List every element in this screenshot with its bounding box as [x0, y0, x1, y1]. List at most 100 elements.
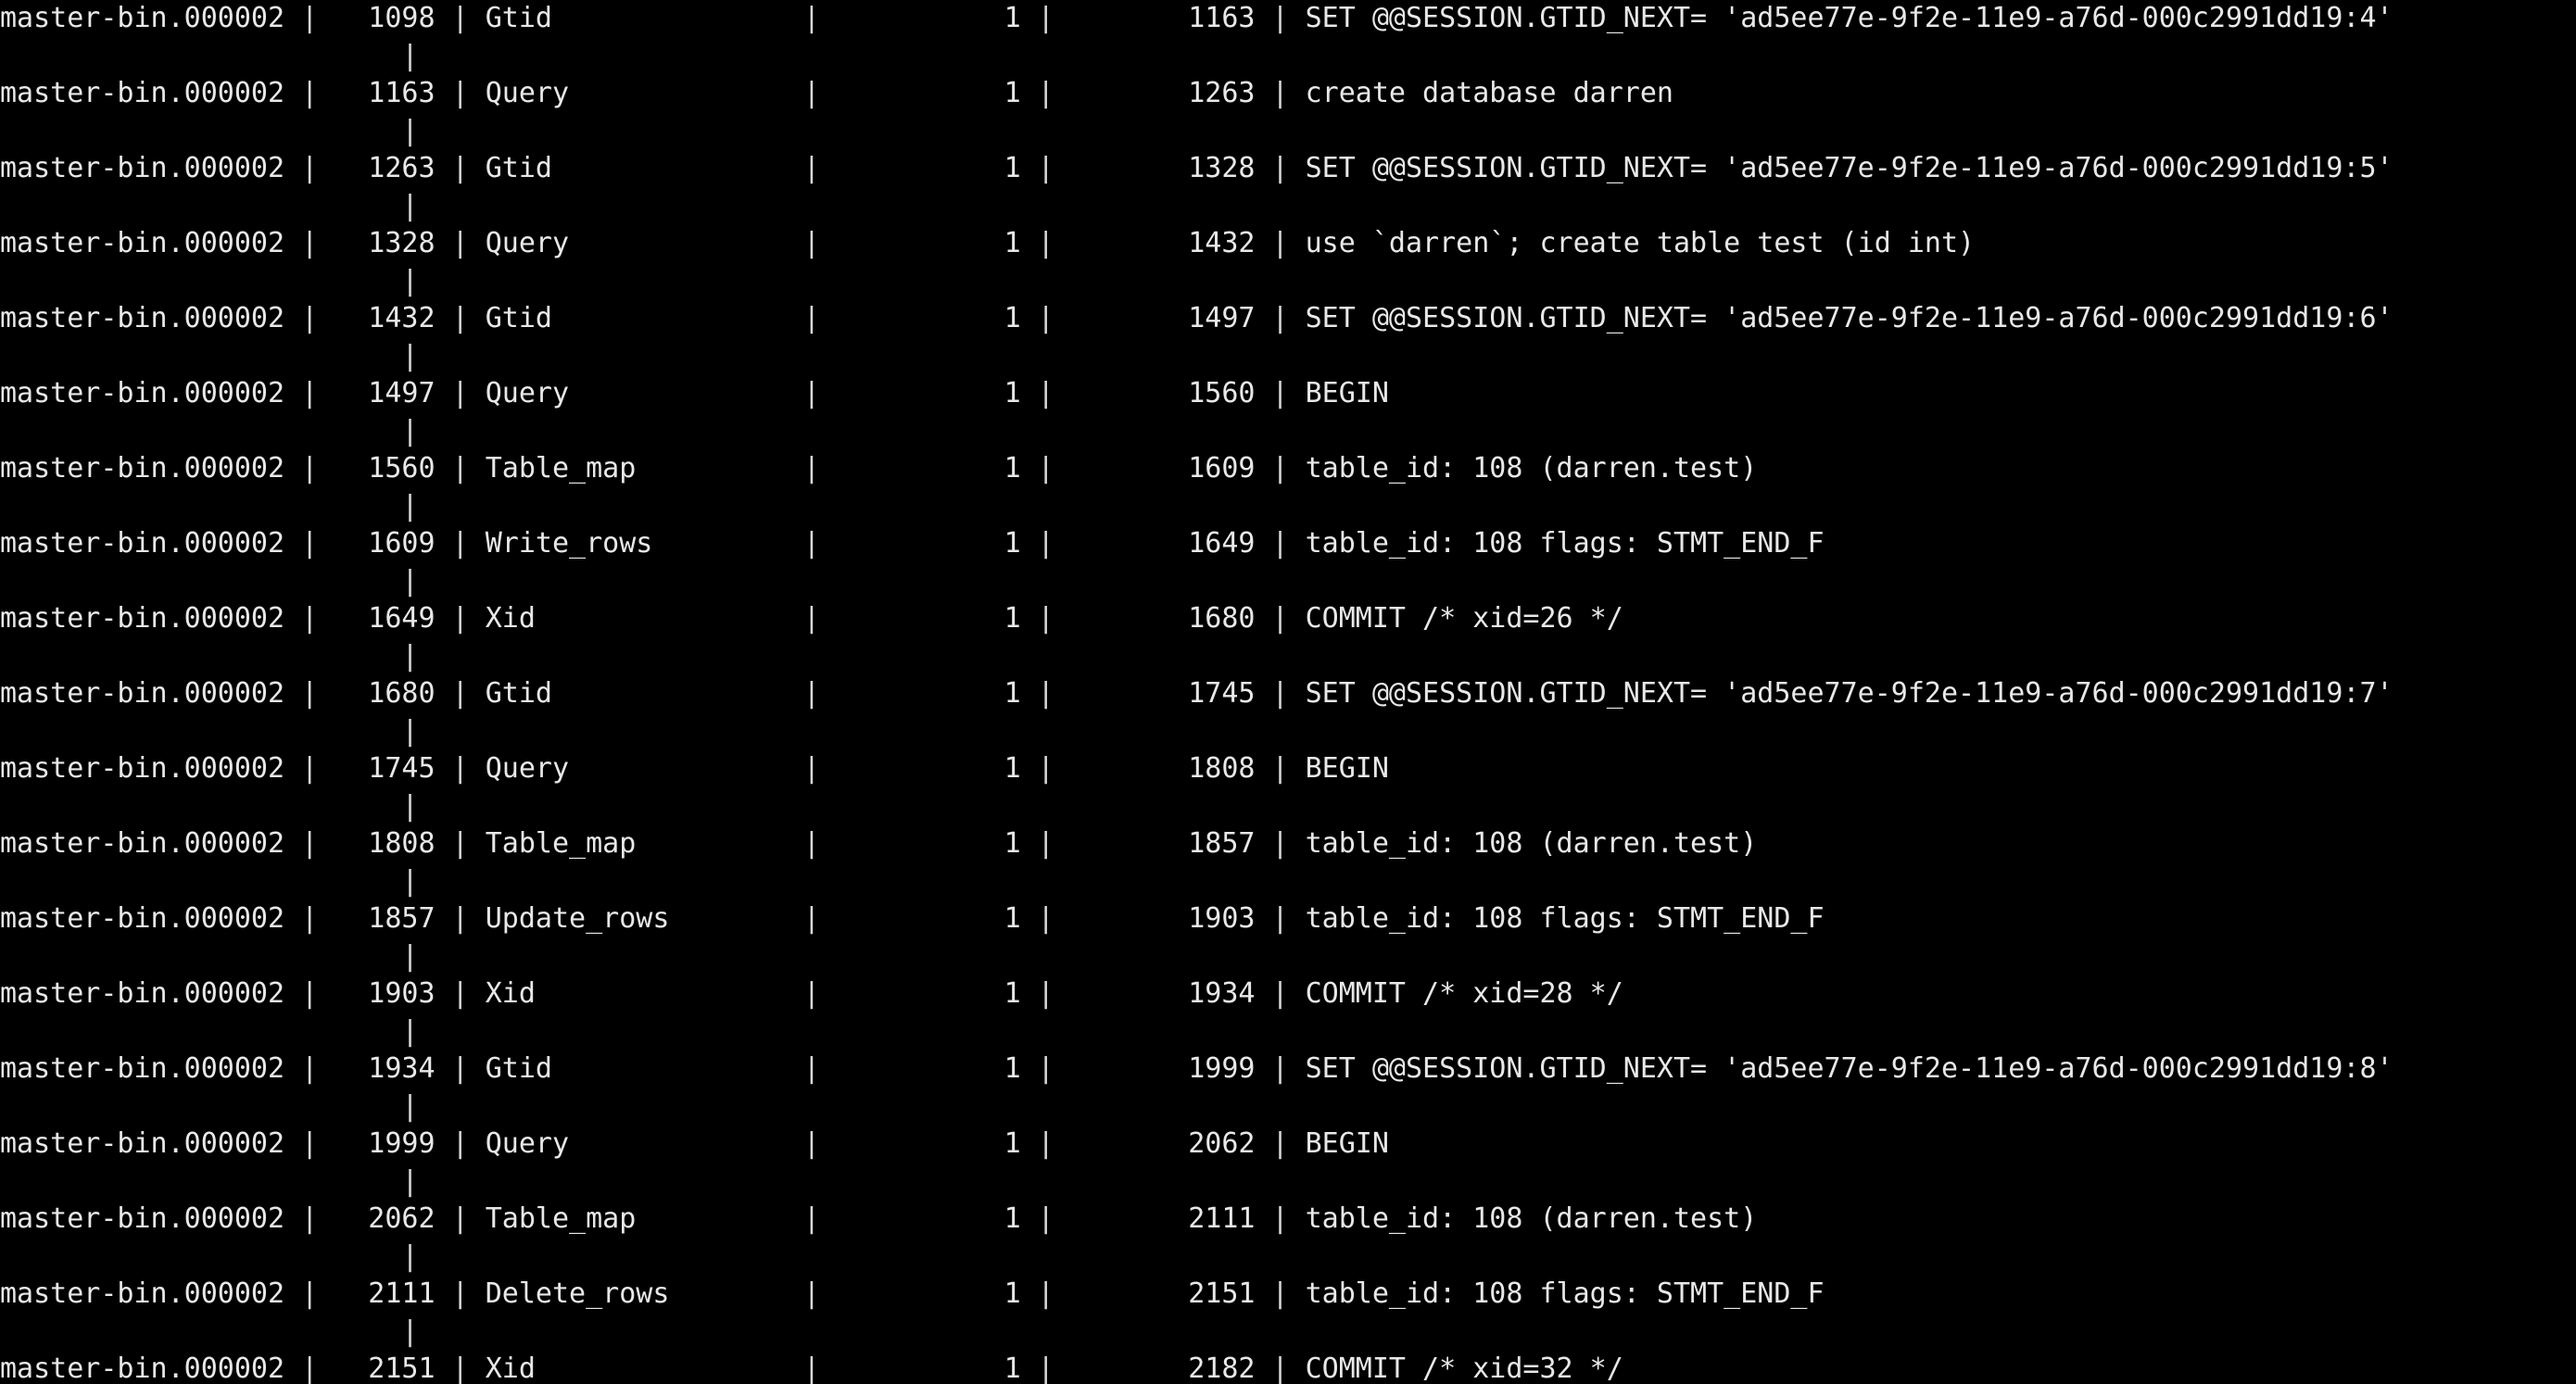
- cell-padding: [787, 225, 803, 263]
- cell-pos: 1609: [368, 527, 436, 560]
- column-separator: |: [1271, 2, 1289, 34]
- cell-padding: [436, 900, 452, 938]
- cell-padding: [284, 1201, 301, 1239]
- terminal-window[interactable]: master-bin.000002 | 1098 | Gtid | 1 | 11…: [0, 0, 2576, 1384]
- cell-padding: [284, 600, 301, 638]
- cell-padding: [820, 300, 837, 338]
- cell-padding: [1021, 375, 1038, 413]
- cell-padding: [436, 75, 452, 113]
- cell-padding: [318, 75, 335, 113]
- cell-padding: [1021, 675, 1038, 713]
- column-separator: |: [301, 902, 319, 935]
- column-separator: |: [802, 827, 820, 860]
- cell-padding: [1054, 825, 1071, 863]
- column-separator: |: [1271, 452, 1289, 484]
- column-separator: |: [451, 602, 469, 635]
- table-row: master-bin.000002 | 1098 | Gtid | 1 | 11…: [0, 0, 2576, 75]
- cell-end-log-pos: 1163: [1188, 2, 1256, 34]
- cell-server-id: 1: [1004, 602, 1021, 635]
- cell-end-log-pos: 2182: [1188, 1353, 1256, 1384]
- cell-padding: [318, 0, 335, 38]
- cell-padding: [820, 1126, 837, 1164]
- cell-padding: [284, 975, 301, 1013]
- binlog-events-table: master-bin.000002 | 1098 | Gtid | 1 | 11…: [0, 0, 2576, 1384]
- cell-server-id: 1: [1004, 227, 1021, 259]
- cell-pos: 1328: [368, 227, 436, 259]
- cell-log-name: master-bin.000002: [0, 227, 285, 259]
- column-separator: |: [1037, 1202, 1054, 1235]
- cell-padding: [469, 450, 486, 488]
- continuation-padding: [0, 113, 401, 151]
- cell-padding: [1255, 900, 1271, 938]
- cell-log-name: master-bin.000002: [0, 377, 285, 409]
- column-separator: |: [451, 2, 469, 34]
- cell-padding: [1054, 150, 1071, 188]
- cell-padding: [1289, 1276, 1306, 1314]
- cell-padding: [1021, 1126, 1038, 1164]
- cell-padding: [1054, 975, 1071, 1013]
- cell-padding: [1255, 1126, 1271, 1164]
- cell-padding: [284, 450, 301, 488]
- cell-server-id: 1: [1004, 302, 1021, 334]
- cell-padding: [787, 1126, 803, 1164]
- column-separator: |: [1037, 302, 1054, 334]
- cell-padding: [469, 1126, 486, 1164]
- cell-event-type: Delete_rows: [485, 1277, 670, 1310]
- cell-info: SET @@SESSION.GTID_NEXT= 'ad5ee77e-9f2e-…: [1305, 302, 2393, 334]
- cell-padding: [1054, 1051, 1071, 1088]
- column-separator: |: [451, 77, 469, 109]
- cell-log-name: master-bin.000002: [0, 602, 285, 635]
- cell-event-type: Query: [485, 377, 570, 409]
- table-row: master-bin.000002 | 2111 | Delete_rows |…: [0, 1276, 2576, 1351]
- cell-padding: [1054, 75, 1071, 113]
- column-separator: |: [451, 1052, 469, 1085]
- column-separator: |: [1037, 152, 1054, 184]
- cell-padding: [1021, 900, 1038, 938]
- table-row: master-bin.000002 | 1263 | Gtid | 1 | 13…: [0, 150, 2576, 225]
- row-text: master-bin.000002 | 1328 | Query | 1 | 1…: [0, 225, 1975, 263]
- column-separator: |: [1037, 1277, 1054, 1310]
- cell-log-name: master-bin.000002: [0, 1202, 285, 1235]
- cell-server-id: 1: [1004, 1277, 1021, 1310]
- row-text: master-bin.000002 | 1999 | Query | 1 | 2…: [0, 1126, 1389, 1164]
- column-separator: |: [802, 1353, 820, 1384]
- cell-log-name: master-bin.000002: [0, 2, 285, 34]
- cell-padding: [1054, 1351, 1071, 1384]
- row-text: master-bin.000002 | 1609 | Write_rows | …: [0, 525, 1825, 563]
- cell-padding: [1289, 900, 1306, 938]
- cell-event-type: Gtid: [485, 2, 552, 34]
- cell-padding: [1289, 75, 1306, 113]
- cell-padding: [284, 1276, 301, 1314]
- continuation-padding: [0, 338, 401, 376]
- table-row: master-bin.000002 | 1999 | Query | 1 | 2…: [0, 1126, 2576, 1201]
- cell-padding: [1289, 1051, 1306, 1088]
- cell-padding: [436, 825, 452, 863]
- column-separator: |: [401, 114, 419, 147]
- cell-server-id: 1: [1004, 377, 1021, 409]
- cell-padding: [436, 0, 452, 38]
- row-text: master-bin.000002 | 1098 | Gtid | 1 | 11…: [0, 0, 2393, 38]
- cell-end-log-pos: 2062: [1188, 1127, 1256, 1160]
- cell-event-type: Xid: [485, 1353, 536, 1384]
- cell-padding: [284, 900, 301, 938]
- column-separator: |: [401, 1089, 419, 1123]
- cell-log-name: master-bin.000002: [0, 1052, 285, 1085]
- cell-info: create database darren: [1305, 77, 1673, 109]
- cell-padding: [284, 300, 301, 338]
- cell-padding: [318, 1351, 335, 1384]
- continuation-padding: [0, 413, 401, 451]
- cell-event-type: Query: [485, 1127, 570, 1160]
- cell-log-name: master-bin.000002: [0, 902, 285, 935]
- column-separator: |: [451, 902, 469, 935]
- table-row: master-bin.000002 | 1560 | Table_map | 1…: [0, 450, 2576, 525]
- cell-padding: [469, 600, 486, 638]
- continuation-padding: [0, 1164, 401, 1202]
- cell-info: SET @@SESSION.GTID_NEXT= 'ad5ee77e-9f2e-…: [1305, 2, 2393, 34]
- column-separator: |: [401, 189, 419, 222]
- cell-padding: [1021, 1276, 1038, 1314]
- cell-padding: [1255, 450, 1271, 488]
- cell-padding: [1054, 450, 1071, 488]
- cell-padding: [787, 600, 803, 638]
- cell-log-name: master-bin.000002: [0, 1277, 285, 1310]
- table-row: master-bin.000002 | 1745 | Query | 1 | 1…: [0, 750, 2576, 825]
